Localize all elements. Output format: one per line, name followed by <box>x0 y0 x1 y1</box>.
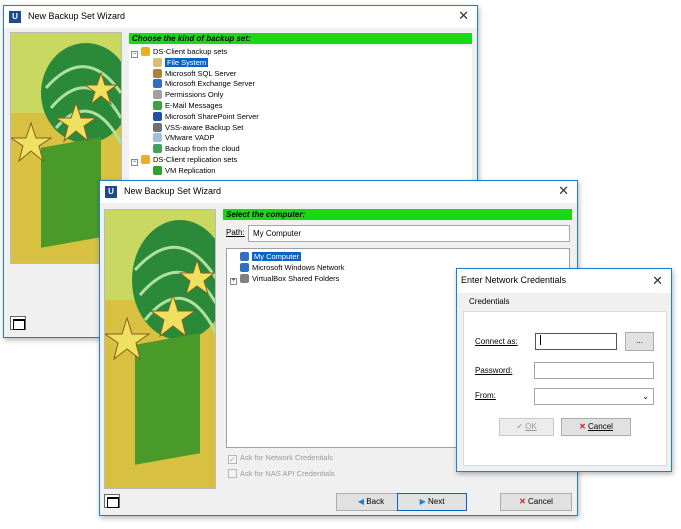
tree-item[interactable]: Microsoft SQL Server <box>153 68 236 79</box>
tree-item[interactable]: − DS-Client backup sets <box>131 46 228 58</box>
section-heading: Choose the kind of backup set: <box>129 33 472 44</box>
tree-item-icon <box>153 57 162 67</box>
title-bar: U New Backup Set Wizard ✕ <box>100 181 577 203</box>
tree-item-label: DS-Client replication sets <box>153 155 238 164</box>
tree-item[interactable]: E-Mail Messages <box>153 100 223 111</box>
tree-item[interactable]: Microsoft SharePoint Server <box>153 111 259 122</box>
title-bar: U New Backup Set Wizard ✕ <box>4 6 477 28</box>
ok-button[interactable]: ✔ OK <box>499 418 554 436</box>
tree-item-label: Microsoft Exchange Server <box>165 79 256 89</box>
password-label: Password: <box>475 366 513 375</box>
back-button[interactable]: ◀ Back <box>336 493 406 511</box>
ask-network-credentials-checkbox[interactable]: ✓ Ask for Network Credentials <box>228 453 333 464</box>
cancel-label: Cancel <box>588 422 613 431</box>
browse-button[interactable]: ... <box>625 332 654 351</box>
tree-item[interactable]: − DS-Client replication sets <box>131 154 238 166</box>
dialog-title: Enter Network Credentials <box>461 275 567 285</box>
tree-item-label: E-Mail Messages <box>165 101 223 110</box>
from-label: From: <box>475 391 496 400</box>
tree-item-icon <box>153 90 162 100</box>
tree-item[interactable]: My Computer <box>230 251 302 262</box>
tree-item-label: My Computer <box>252 252 302 261</box>
cancel-x-icon: ✕ <box>579 422 586 431</box>
tree-item-label: DS-Client backup sets <box>153 47 228 56</box>
tree-item-icon <box>153 165 162 175</box>
path-label: Path: <box>226 228 245 237</box>
tree-item-label: VirtualBox Shared Folders <box>252 274 340 283</box>
next-button[interactable]: ▶ Next <box>397 493 467 511</box>
backup-kind-tree[interactable]: − DS-Client backup sets File System Microso… <box>129 46 472 184</box>
expander-icon[interactable]: − <box>131 159 138 166</box>
tree-item[interactable]: Backup from the cloud <box>153 143 240 154</box>
tree-item-icon <box>141 47 150 56</box>
tree-item[interactable]: Microsoft Windows Network <box>230 262 345 273</box>
cancel-label: Cancel <box>528 497 553 506</box>
network-credentials-dialog: Enter Network Credentials ✕ Credentials … <box>456 268 672 472</box>
tree-item-icon <box>153 101 162 110</box>
tree-item-label: VMware VADP <box>165 133 215 143</box>
expander-icon[interactable]: − <box>131 51 138 58</box>
expander-icon[interactable]: + <box>230 278 237 285</box>
window-mode-icon[interactable] <box>104 494 120 508</box>
tree-item[interactable]: File System <box>153 57 209 68</box>
tree-item-icon <box>153 144 162 154</box>
tree-item-icon <box>153 133 162 143</box>
ok-label: OK <box>525 422 537 431</box>
tree-item[interactable]: VM Replication <box>153 165 215 176</box>
checkmark-icon: ✔ <box>516 422 523 431</box>
cancel-button[interactable]: ✕ Cancel <box>500 493 572 511</box>
tree-item-icon <box>153 111 162 121</box>
tree-item-icon <box>141 155 150 164</box>
from-select[interactable]: ⌄ <box>534 388 654 405</box>
checkbox-box <box>228 469 237 478</box>
tree-item[interactable]: + VirtualBox Shared Folders <box>230 273 340 285</box>
close-icon[interactable]: ✕ <box>458 8 469 24</box>
back-label: Back <box>366 497 385 506</box>
ask-nas-credentials-checkbox[interactable]: Ask for NAS API Credentials <box>228 469 335 478</box>
tree-item-icon <box>240 252 249 261</box>
chevron-down-icon: ⌄ <box>642 392 649 401</box>
path-input[interactable]: My Computer <box>248 225 570 242</box>
text-cursor <box>540 335 541 345</box>
window-title: New Backup Set Wizard <box>28 11 126 21</box>
tree-item-label: File System <box>165 57 209 67</box>
window-title: New Backup Set Wizard <box>124 186 222 196</box>
app-logo-icon: U <box>105 186 117 198</box>
connect-as-label: Connect as: <box>475 337 518 346</box>
tree-item-icon <box>153 68 162 78</box>
tree-item-label: Microsoft Windows Network <box>252 263 345 272</box>
next-label: Next <box>427 497 445 506</box>
tree-item[interactable]: VMware VADP <box>153 132 214 143</box>
next-arrow-icon: ▶ <box>419 497 426 506</box>
section-heading: Select the computer: <box>223 209 572 220</box>
connect-as-input[interactable] <box>535 333 617 350</box>
checkbox-label: Ask for Network Credentials <box>240 453 333 462</box>
tree-item-label: VM Replication <box>165 165 216 175</box>
tree-item-icon <box>153 122 162 132</box>
tree-item[interactable]: Permissions Only <box>153 89 223 100</box>
back-arrow-icon: ◀ <box>357 497 365 506</box>
close-icon[interactable]: ✕ <box>652 273 663 289</box>
wizard-banner-image <box>104 209 216 489</box>
cancel-x-icon: ✕ <box>519 497 526 506</box>
checkbox-box: ✓ <box>228 455 237 464</box>
tree-item-label: Microsoft SQL Server <box>165 68 237 78</box>
tree-item-label: Microsoft SharePoint Server <box>165 111 259 121</box>
close-icon[interactable]: ✕ <box>558 183 569 199</box>
tree-item-label: Backup from the cloud <box>165 144 240 154</box>
tree-item-icon <box>240 263 249 272</box>
tree-item-label: Permissions Only <box>165 90 224 100</box>
tree-item[interactable]: Microsoft Exchange Server <box>153 78 255 89</box>
checkbox-label: Ask for NAS API Credentials <box>240 469 335 478</box>
title-bar: Enter Network Credentials ✕ <box>457 269 671 293</box>
credentials-group-label: Credentials <box>469 297 510 306</box>
tree-item[interactable]: VSS-aware Backup Set <box>153 122 243 133</box>
cancel-button[interactable]: ✕ Cancel <box>561 418 631 436</box>
window-mode-icon[interactable] <box>10 316 26 330</box>
app-logo-icon: U <box>9 11 21 23</box>
tree-item-icon <box>153 79 162 89</box>
password-input[interactable] <box>534 362 654 379</box>
tree-item-icon <box>240 274 249 283</box>
tree-item-label: VSS-aware Backup Set <box>165 122 244 132</box>
